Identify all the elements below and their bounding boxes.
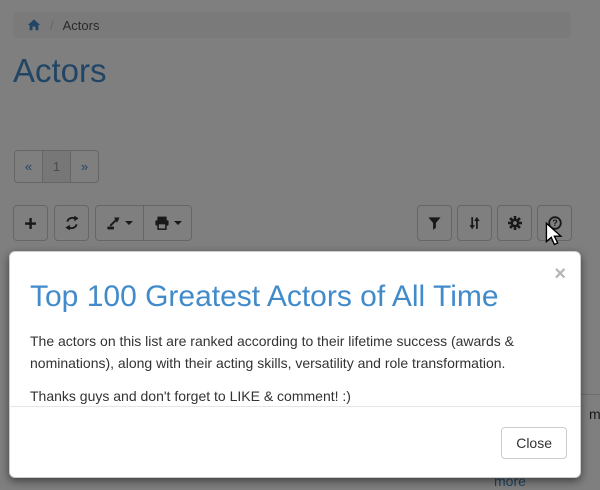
help-modal: × Top 100 Greatest Actors of All Time Th… — [9, 251, 581, 478]
modal-paragraph-1: The actors on this list are ranked accor… — [30, 330, 556, 374]
modal-title: Top 100 Greatest Actors of All Time — [30, 280, 558, 314]
modal-paragraph-2: Thanks guys and don't forget to LIKE & c… — [30, 385, 556, 407]
modal-footer: Close — [10, 406, 580, 477]
close-button[interactable]: Close — [501, 427, 567, 459]
modal-body: The actors on this list are ranked accor… — [10, 330, 580, 407]
modal-close-x-button[interactable]: × — [554, 264, 566, 284]
mouse-cursor-icon — [543, 222, 565, 246]
page: / Actors Actors « 1 » — [0, 0, 600, 490]
